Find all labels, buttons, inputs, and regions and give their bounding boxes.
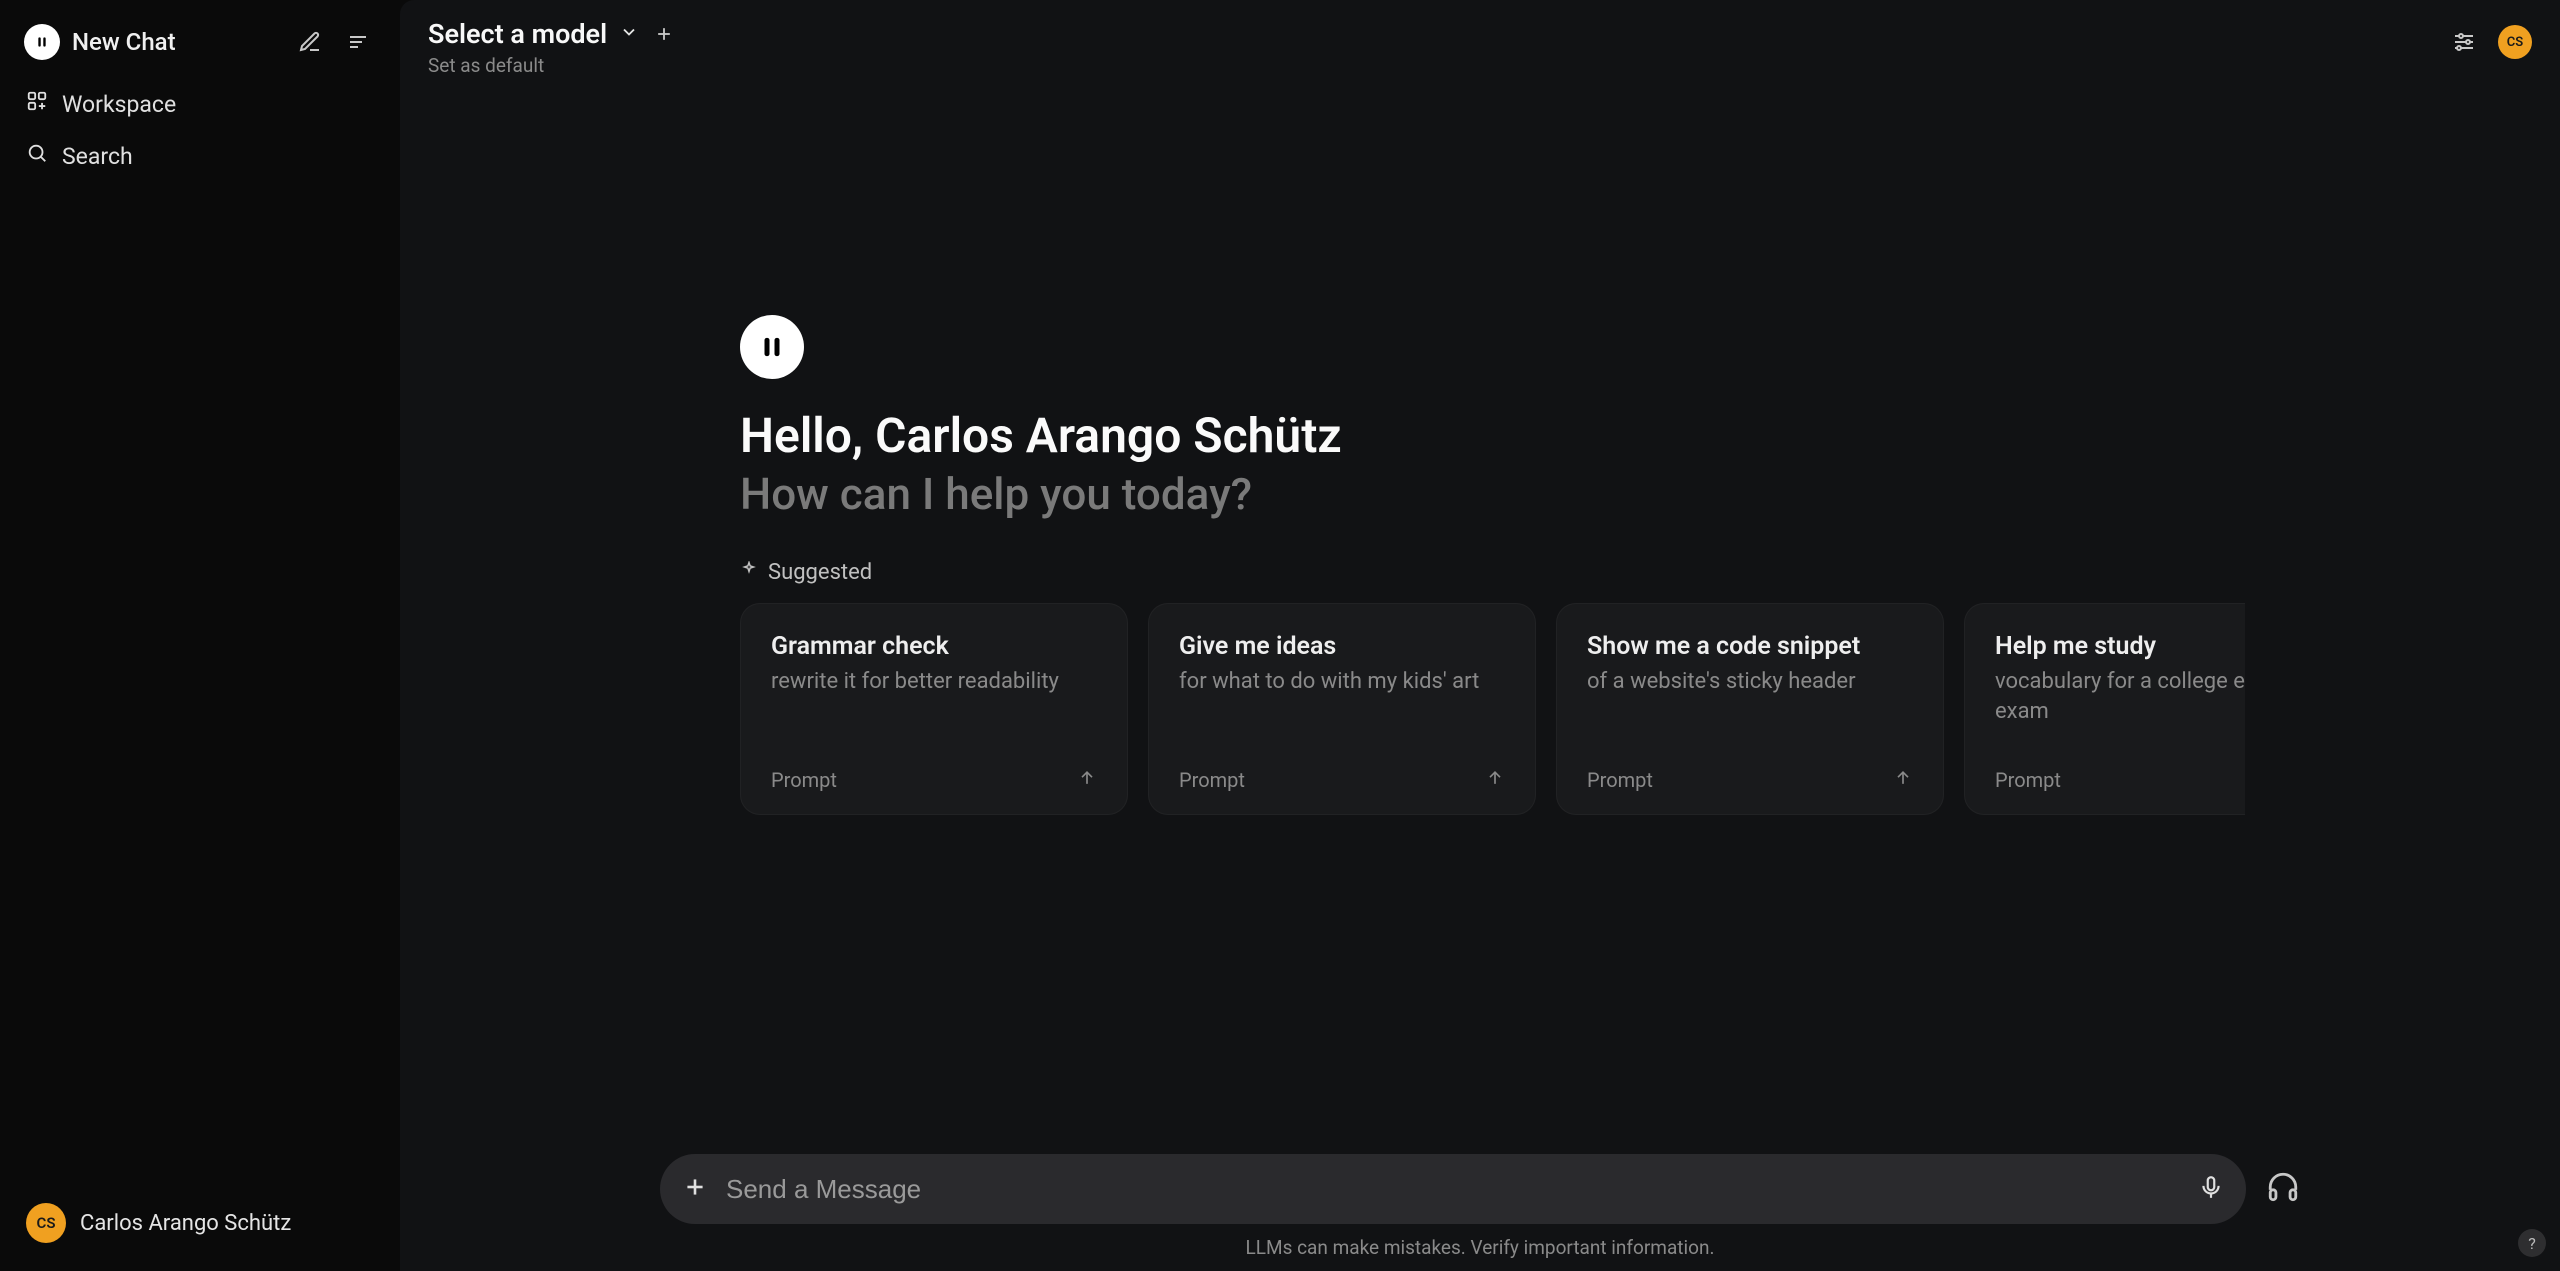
card-title: Grammar check bbox=[771, 632, 1097, 661]
composer-row bbox=[400, 1140, 2560, 1228]
model-selector-label: Select a model bbox=[428, 18, 607, 50]
menu-icon[interactable] bbox=[340, 24, 376, 60]
card-tag: Prompt bbox=[771, 768, 837, 792]
card-subtitle: for what to do with my kids' art bbox=[1179, 667, 1505, 697]
header: Select a model Set as default CS bbox=[400, 0, 2560, 85]
card-subtitle: vocabulary for a college entrance exam bbox=[1995, 667, 2245, 726]
sidebar-item-label: Workspace bbox=[62, 91, 176, 118]
card-subtitle: of a website's sticky header bbox=[1587, 667, 1913, 697]
chevron-down-icon bbox=[619, 22, 639, 46]
sparkle-icon bbox=[740, 560, 758, 585]
card-tag: Prompt bbox=[1179, 768, 1245, 792]
card-tag: Prompt bbox=[1995, 768, 2061, 792]
header-avatar[interactable]: CS bbox=[2498, 25, 2532, 59]
headphones-icon[interactable] bbox=[2266, 1170, 2300, 1208]
card-title: Give me ideas bbox=[1179, 632, 1505, 661]
sidebar-item-search[interactable]: Search bbox=[12, 130, 388, 182]
compose-icon[interactable] bbox=[292, 24, 328, 60]
card-title: Help me study bbox=[1995, 632, 2245, 661]
attach-add-icon[interactable] bbox=[682, 1174, 708, 1204]
settings-sliders-icon[interactable] bbox=[2446, 24, 2482, 60]
message-input[interactable] bbox=[726, 1174, 2180, 1205]
suggested-label: Suggested bbox=[768, 560, 872, 585]
arrow-up-icon bbox=[1485, 768, 1505, 792]
avatar: CS bbox=[26, 1203, 66, 1243]
sidebar: New Chat Workspace Search CS Carlos Aran… bbox=[0, 0, 400, 1271]
suggested-header: Suggested bbox=[740, 560, 872, 585]
greeting-hello: Hello, Carlos Arango Schütz bbox=[740, 407, 1342, 464]
main-area: Select a model Set as default CS Hello, … bbox=[400, 0, 2560, 1271]
disclaimer-text: LLMs can make mistakes. Verify important… bbox=[400, 1228, 2560, 1271]
suggestion-card[interactable]: Grammar check rewrite it for better read… bbox=[740, 603, 1128, 815]
microphone-icon[interactable] bbox=[2198, 1174, 2224, 1204]
arrow-up-icon bbox=[1077, 768, 1097, 792]
app-logo[interactable] bbox=[24, 24, 60, 60]
user-name: Carlos Arango Schütz bbox=[80, 1211, 291, 1236]
suggestion-card[interactable]: Give me ideas for what to do with my kid… bbox=[1148, 603, 1536, 815]
card-subtitle: rewrite it for better readability bbox=[771, 667, 1097, 697]
suggestion-card[interactable]: Help me study vocabulary for a college e… bbox=[1964, 603, 2245, 815]
model-selector[interactable]: Select a model Set as default bbox=[428, 18, 677, 77]
sidebar-item-workspace[interactable]: Workspace bbox=[12, 78, 388, 130]
add-model-icon[interactable] bbox=[651, 21, 677, 47]
sidebar-header: New Chat bbox=[12, 16, 388, 68]
suggestion-cards: Grammar check rewrite it for better read… bbox=[740, 603, 2245, 815]
card-title: Show me a code snippet bbox=[1587, 632, 1913, 661]
search-icon bbox=[26, 142, 48, 170]
sidebar-user[interactable]: CS Carlos Arango Schütz bbox=[12, 1191, 388, 1255]
suggestion-card[interactable]: Show me a code snippet of a website's st… bbox=[1556, 603, 1944, 815]
help-button[interactable]: ? bbox=[2518, 1229, 2546, 1257]
workspace-icon bbox=[26, 90, 48, 118]
greeting-logo bbox=[740, 315, 804, 379]
arrow-up-icon bbox=[1893, 768, 1913, 792]
message-composer[interactable] bbox=[660, 1154, 2246, 1224]
new-chat-title[interactable]: New Chat bbox=[72, 28, 280, 56]
card-tag: Prompt bbox=[1587, 768, 1653, 792]
landing-content: Hello, Carlos Arango Schütz How can I he… bbox=[400, 85, 2560, 1140]
set-default-link[interactable]: Set as default bbox=[428, 54, 677, 77]
greeting-subtitle: How can I help you today? bbox=[740, 468, 1252, 520]
sidebar-item-label: Search bbox=[62, 143, 133, 170]
